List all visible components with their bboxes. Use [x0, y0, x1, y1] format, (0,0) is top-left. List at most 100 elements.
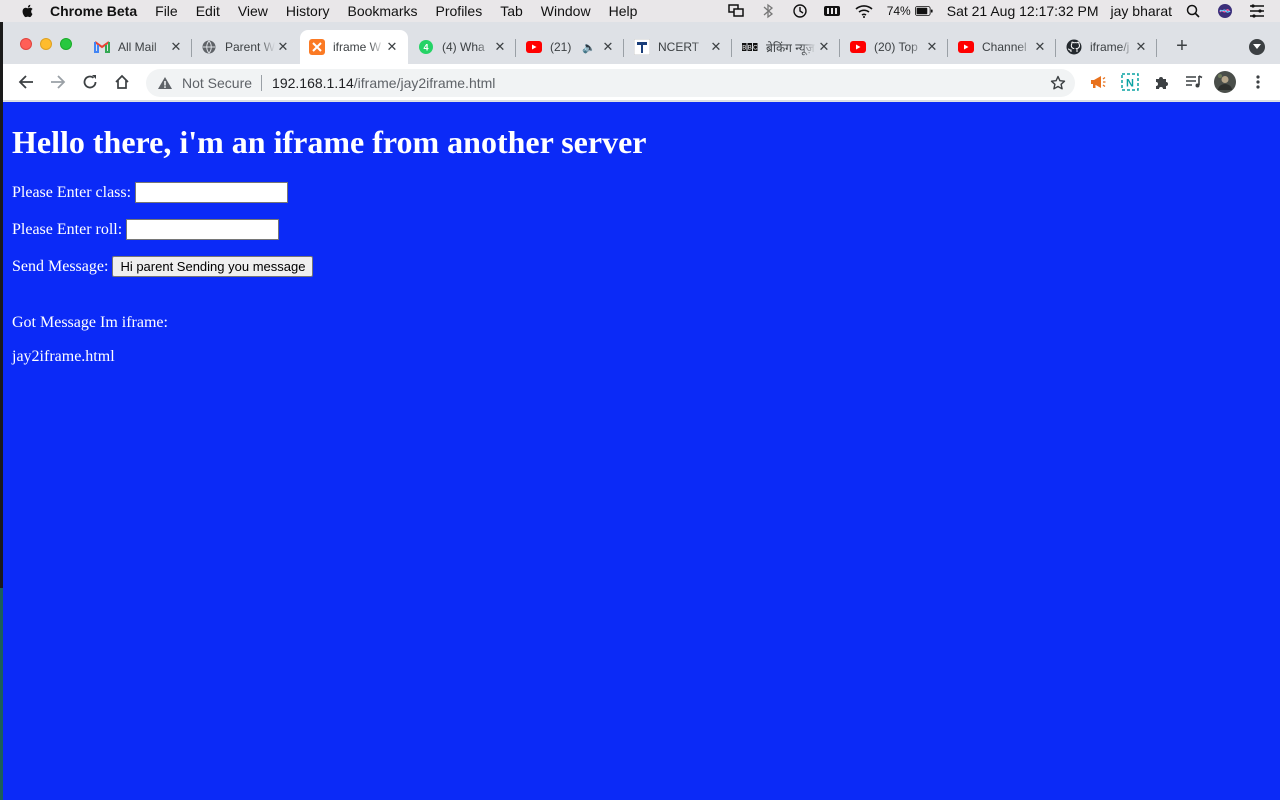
page-viewport: Hello there, i'm an iframe from another … — [3, 102, 1280, 800]
svg-text:C: C — [753, 46, 758, 52]
send-message-button[interactable]: Hi parent Sending you message — [112, 256, 314, 277]
bookmark-star-icon[interactable] — [1049, 74, 1067, 92]
back-button[interactable] — [14, 70, 38, 94]
arrow-right-icon — [51, 75, 66, 89]
browser-window: All Mail ✕ Parent W ✕ iframe W ✕ 4 (4) W… — [3, 22, 1280, 800]
tab-parent[interactable]: Parent W ✕ — [192, 30, 299, 64]
extensions-button[interactable] — [1150, 70, 1174, 94]
send-message-label: Send Message: — [12, 257, 109, 275]
menu-bookmarks[interactable]: Bookmarks — [347, 0, 417, 22]
tab-youtube-channel[interactable]: Channel ✕ — [949, 30, 1056, 64]
tab-ncert[interactable]: NCERT ✕ — [625, 30, 732, 64]
tab-close-icon[interactable]: ✕ — [600, 39, 616, 55]
tab-title: Parent W — [225, 40, 275, 54]
reload-button[interactable] — [78, 70, 102, 94]
bbc-icon: BBC — [742, 39, 758, 55]
reload-icon — [83, 75, 97, 89]
chevron-down-icon — [1253, 44, 1261, 49]
tab-iframe-active[interactable]: iframe W ✕ — [300, 30, 408, 64]
ncert-icon — [634, 39, 650, 55]
window-minimize-button[interactable] — [40, 38, 52, 50]
home-button[interactable] — [110, 70, 134, 94]
memory-chip-icon[interactable] — [823, 3, 841, 19]
tab-title: ब्रेकिंग न्यूज़ — [766, 40, 815, 55]
tab-youtube-audio[interactable]: (21) 🔈 ✕ — [517, 30, 624, 64]
youtube-icon — [958, 39, 974, 55]
puzzle-piece-icon — [1156, 77, 1168, 89]
xampp-icon — [309, 39, 325, 55]
speaker-icon[interactable]: 🔈 — [582, 41, 596, 54]
tab-strip: All Mail ✕ Parent W ✕ iframe W ✕ 4 (4) W… — [3, 22, 1280, 64]
tab-title: iframe/j — [1090, 40, 1130, 54]
whatsapp-icon: 4 — [418, 39, 434, 55]
window-close-button[interactable] — [20, 38, 32, 50]
youtube-icon — [850, 39, 866, 55]
tab-search-button[interactable] — [1249, 39, 1265, 55]
tab-bbc-news[interactable]: BBC ब्रेकिंग न्यूज़ ✕ — [733, 30, 840, 64]
tab-separator — [731, 39, 732, 57]
warning-icon[interactable] — [157, 75, 173, 91]
tab-close-icon[interactable]: ✕ — [708, 39, 724, 55]
menu-help[interactable]: Help — [609, 0, 638, 22]
omnibox-divider — [261, 75, 263, 91]
roll-input[interactable] — [126, 219, 280, 240]
spotlight-search-icon[interactable] — [1184, 3, 1202, 19]
tab-close-icon[interactable]: ✕ — [384, 39, 400, 55]
profile-avatar-button[interactable] — [1213, 70, 1237, 94]
class-input[interactable] — [135, 182, 289, 203]
tab-github[interactable]: iframe/j ✕ — [1057, 30, 1157, 64]
tab-close-icon[interactable]: ✕ — [492, 39, 508, 55]
tab-separator — [839, 39, 840, 57]
tab-close-icon[interactable]: ✕ — [1032, 39, 1048, 55]
menu-user-name[interactable]: jay bharat — [1111, 3, 1172, 19]
control-center-icon[interactable] — [1248, 3, 1266, 19]
extension-n-icon: N — [1121, 73, 1139, 91]
tab-separator — [1156, 39, 1157, 57]
battery-icon[interactable] — [914, 3, 933, 19]
bluetooth-icon[interactable] — [759, 3, 777, 19]
new-tab-button[interactable]: + — [1171, 36, 1193, 58]
tab-close-icon[interactable]: ✕ — [275, 39, 291, 55]
forward-button[interactable] — [46, 70, 70, 94]
megaphone-extension-button[interactable] — [1086, 70, 1110, 94]
home-icon — [115, 74, 129, 89]
address-bar[interactable]: Not Secure 192.168.1.14/iframe/jay2ifram… — [146, 69, 1075, 97]
chrome-menu-button[interactable] — [1246, 70, 1270, 94]
tab-separator — [1055, 39, 1056, 57]
tab-whatsapp[interactable]: 4 (4) Wha ✕ — [409, 30, 516, 64]
tab-close-icon[interactable]: ✕ — [1133, 39, 1149, 55]
tab-separator — [515, 39, 516, 57]
playlist-icon — [1186, 75, 1203, 88]
battery-percent: 74% — [886, 4, 911, 18]
time-machine-icon[interactable] — [791, 3, 809, 19]
menu-edit[interactable]: Edit — [196, 0, 220, 22]
siri-icon[interactable] — [1216, 3, 1234, 19]
page-heading: Hello there, i'm an iframe from another … — [12, 124, 647, 160]
class-form-row: Please Enter class: — [12, 182, 289, 203]
menu-tab[interactable]: Tab — [500, 0, 523, 22]
globe-icon — [201, 39, 217, 55]
menu-app-name[interactable]: Chrome Beta — [50, 0, 137, 22]
security-status-label[interactable]: Not Secure — [182, 75, 252, 91]
arrow-left-icon — [18, 75, 33, 89]
screen-mirror-icon[interactable] — [727, 3, 745, 19]
menu-window[interactable]: Window — [541, 0, 591, 22]
filename-text: jay2iframe.html — [12, 348, 115, 365]
menu-view[interactable]: View — [238, 0, 268, 22]
menu-history[interactable]: History — [286, 0, 330, 22]
menu-file[interactable]: File — [155, 0, 178, 22]
tab-close-icon[interactable]: ✕ — [924, 39, 940, 55]
wifi-icon[interactable] — [855, 3, 873, 19]
menu-clock[interactable]: Sat 21 Aug 12:17:32 PM — [947, 3, 1099, 19]
macos-menu-bar: Chrome Beta File Edit View History Bookm… — [0, 0, 1280, 22]
apple-icon[interactable] — [20, 3, 36, 19]
tab-close-icon[interactable]: ✕ — [816, 39, 832, 55]
desktop-edge — [0, 588, 3, 800]
tab-close-icon[interactable]: ✕ — [168, 39, 184, 55]
media-controls-button[interactable] — [1182, 70, 1206, 94]
tab-youtube-top[interactable]: (20) Top ✕ — [841, 30, 948, 64]
window-zoom-button[interactable] — [60, 38, 72, 50]
extension-n-button[interactable]: N — [1118, 70, 1142, 94]
tab-all-mail[interactable]: All Mail ✕ — [85, 30, 192, 64]
menu-profiles[interactable]: Profiles — [436, 0, 483, 22]
